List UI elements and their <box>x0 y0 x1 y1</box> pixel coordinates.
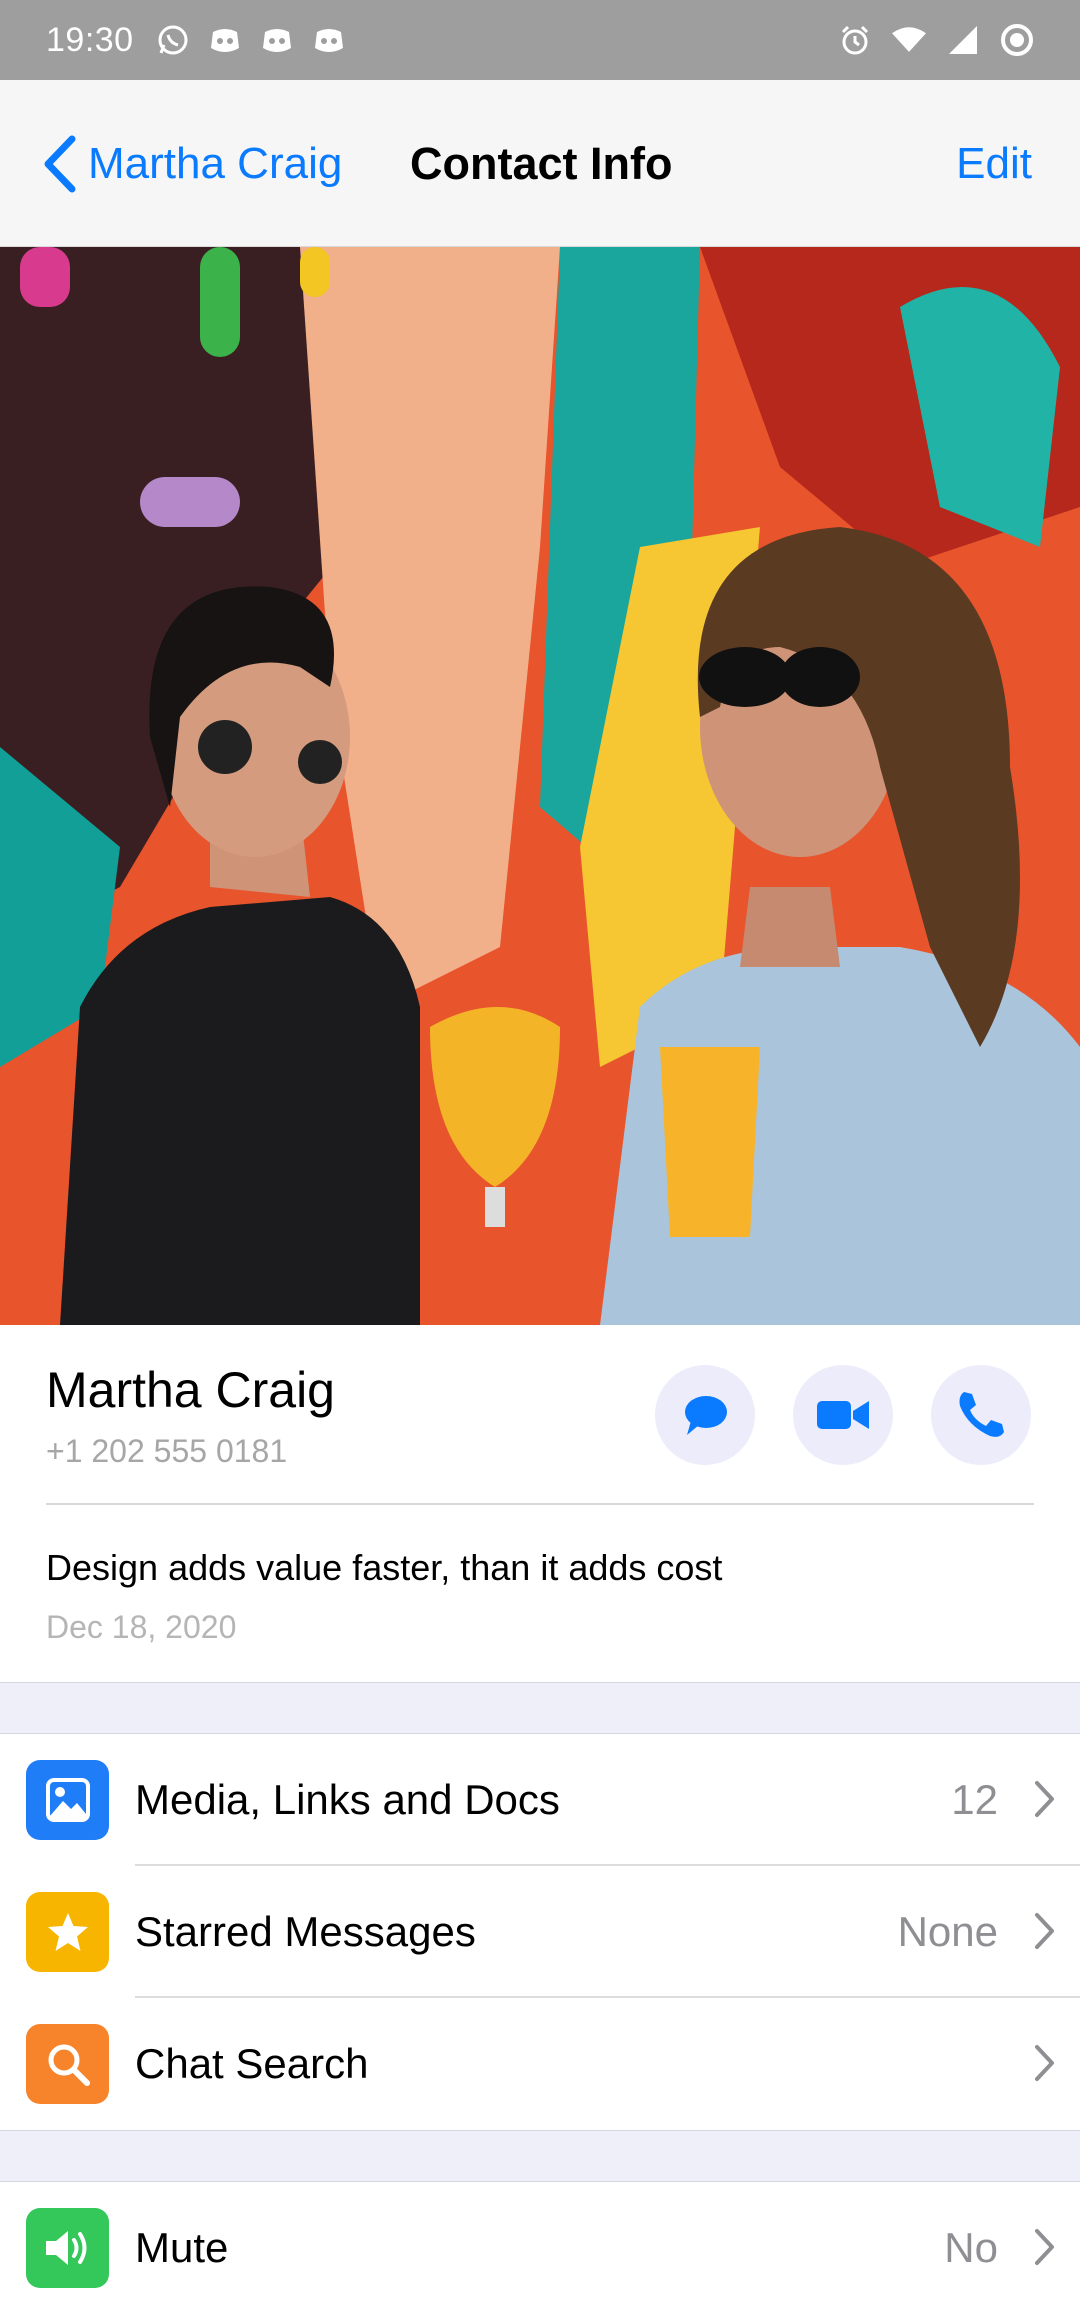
wifi-icon <box>892 23 926 57</box>
navigation-bar: Martha Craig Contact Info Edit <box>0 80 1080 247</box>
page-title: Contact Info <box>410 137 673 189</box>
contact-name: Martha Craig <box>46 1362 335 1418</box>
profile-header: Martha Craig +1 202 555 0181 <box>0 1325 1080 1505</box>
video-call-icon <box>817 1401 869 1429</box>
row-value: 12 <box>951 1776 998 1823</box>
back-label: Martha Craig <box>88 138 343 188</box>
about-date: Dec 18, 2020 <box>46 1609 237 1645</box>
profile-photo[interactable] <box>0 247 1080 1325</box>
chevron-right-icon <box>1035 2045 1054 2081</box>
search-icon <box>26 2024 109 2104</box>
about-text: Design adds value faster, than it adds c… <box>46 1547 723 1588</box>
edit-button[interactable]: Edit <box>956 80 1032 247</box>
contact-phone: +1 202 555 0181 <box>46 1433 288 1469</box>
image-icon <box>26 1760 109 1840</box>
mute-row[interactable]: Mute No <box>0 2182 1080 2314</box>
row-value: None <box>897 1908 998 1955</box>
discord-icon <box>260 23 294 57</box>
discord-icon <box>208 23 242 57</box>
row-label: Starred Messages <box>135 1908 476 1955</box>
section-separator <box>0 2130 1080 2182</box>
voice-call-button[interactable] <box>931 1365 1031 1465</box>
alarm-icon <box>838 23 872 57</box>
message-icon <box>685 1396 727 1435</box>
star-icon <box>26 1892 109 1972</box>
video-call-button[interactable] <box>793 1365 893 1465</box>
phone-icon <box>959 1392 1004 1437</box>
status-time: 19:30 <box>46 20 134 59</box>
row-label: Media, Links and Docs <box>135 1776 560 1823</box>
system-icons <box>838 23 1034 57</box>
media-links-docs-row[interactable]: Media, Links and Docs 12 <box>0 1734 1080 1866</box>
about-section: Design adds value faster, than it adds c… <box>0 1505 1080 1682</box>
signal-icon <box>946 23 980 57</box>
chat-search-row[interactable]: Chat Search <box>0 1998 1080 2130</box>
chevron-right-icon <box>1035 2229 1054 2265</box>
discord-icon <box>312 23 346 57</box>
speaker-icon <box>26 2208 109 2288</box>
back-button[interactable]: Martha Craig <box>42 80 342 247</box>
notification-icons <box>156 23 346 57</box>
row-value: No <box>944 2224 998 2271</box>
row-label: Chat Search <box>135 2040 369 2087</box>
whatsapp-icon <box>156 23 190 57</box>
sync-icon <box>1000 23 1034 57</box>
starred-messages-row[interactable]: Starred Messages None <box>0 1866 1080 1998</box>
chevron-right-icon <box>1035 1781 1054 1817</box>
section-separator <box>0 1682 1080 1734</box>
chevron-right-icon <box>1035 1913 1054 1949</box>
message-button[interactable] <box>655 1365 755 1465</box>
chevron-left-icon <box>44 135 76 192</box>
row-label: Mute <box>135 2224 229 2271</box>
status-bar: 19:30 <box>0 0 1080 80</box>
